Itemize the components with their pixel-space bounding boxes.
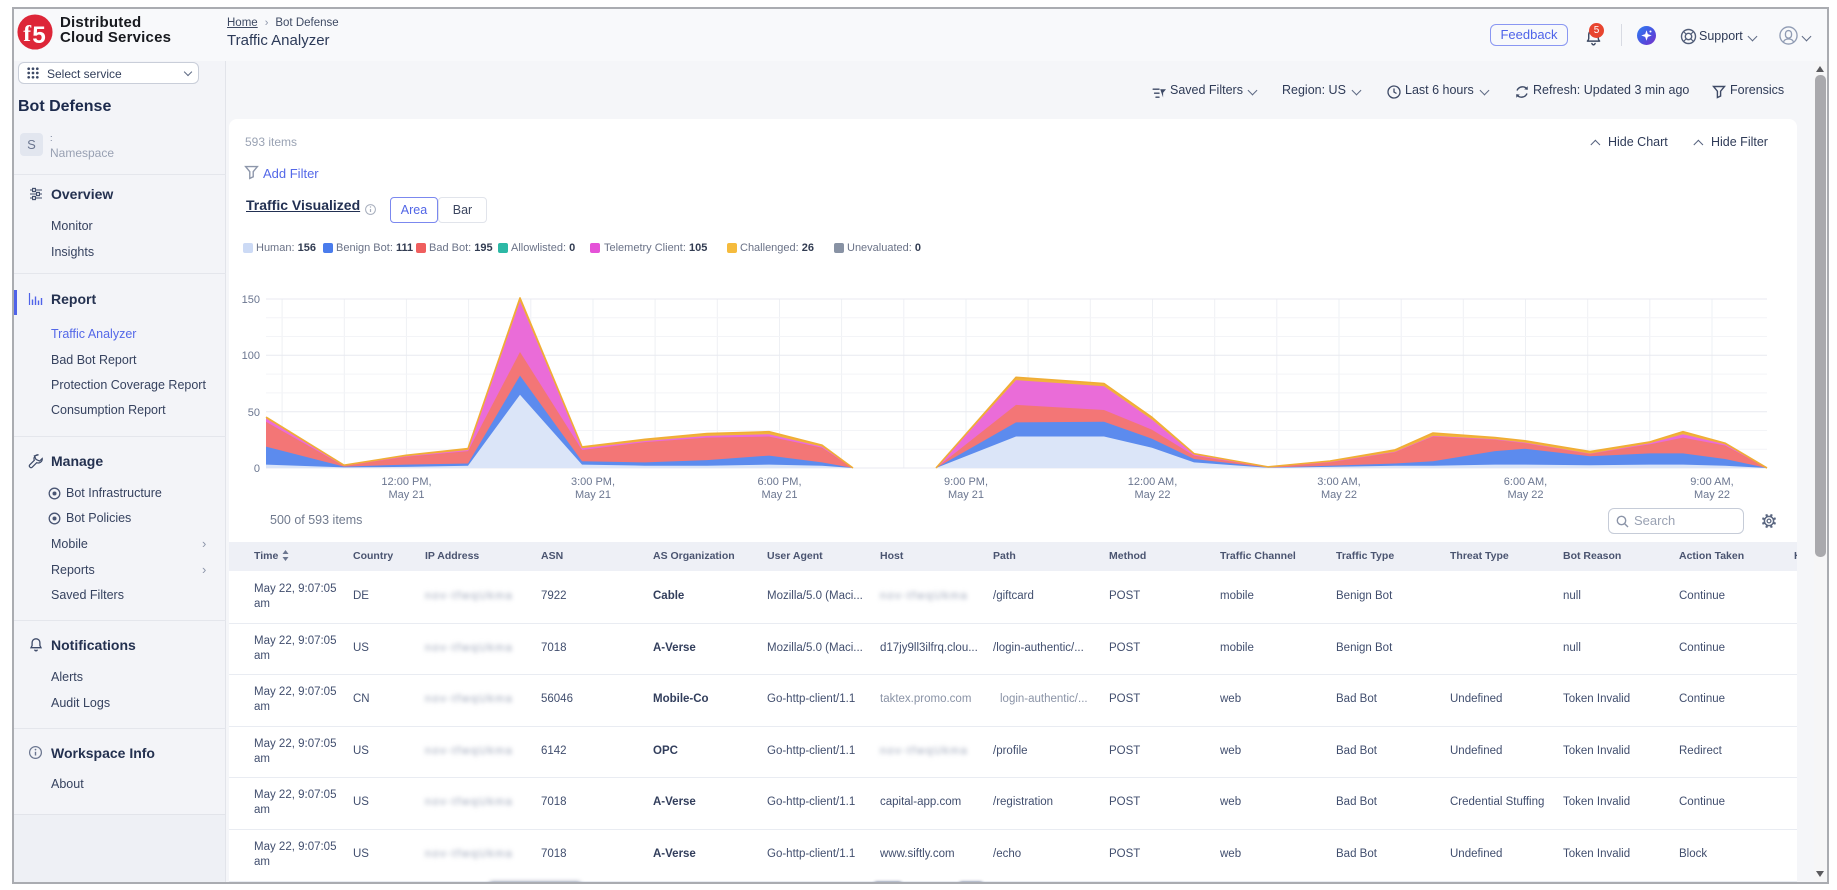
- svg-text:0: 0: [254, 463, 260, 475]
- svg-text:6:00 PM,: 6:00 PM,: [757, 476, 801, 488]
- svg-text:May 21: May 21: [761, 489, 797, 501]
- svg-text:9:00 PM,: 9:00 PM,: [944, 476, 988, 488]
- svg-text:12:00 PM,: 12:00 PM,: [381, 476, 431, 488]
- svg-text:3:00 PM,: 3:00 PM,: [571, 476, 615, 488]
- svg-text:9:00 AM,: 9:00 AM,: [1690, 476, 1733, 488]
- svg-text:f: f: [23, 21, 32, 47]
- svg-text:6:00 AM,: 6:00 AM,: [1504, 476, 1547, 488]
- svg-text:50: 50: [248, 407, 260, 419]
- svg-text:5: 5: [32, 22, 46, 49]
- svg-text:May 21: May 21: [575, 489, 611, 501]
- svg-text:May 22: May 22: [1321, 489, 1357, 501]
- svg-text:May 21: May 21: [388, 489, 424, 501]
- svg-text:100: 100: [242, 350, 260, 362]
- svg-text:May 22: May 22: [1507, 489, 1543, 501]
- svg-text:3:00 AM,: 3:00 AM,: [1317, 476, 1360, 488]
- svg-text:May 22: May 22: [1134, 489, 1170, 501]
- svg-text:150: 150: [242, 294, 260, 306]
- svg-text:12:00 AM,: 12:00 AM,: [1128, 476, 1178, 488]
- svg-text:May 21: May 21: [948, 489, 984, 501]
- svg-text:May 22: May 22: [1694, 489, 1730, 501]
